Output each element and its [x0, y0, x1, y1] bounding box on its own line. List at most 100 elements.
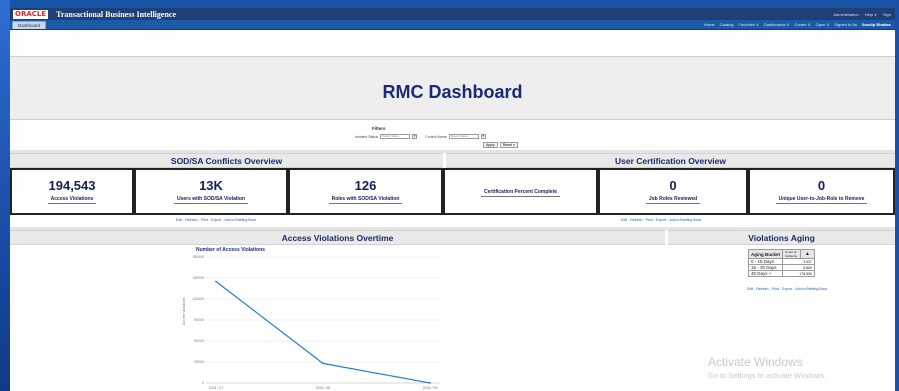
- apply-button[interactable]: Apply: [483, 142, 498, 148]
- y-tick-label: 90000: [194, 318, 204, 322]
- kpi-access-violations[interactable]: 194,543 Access Violations: [10, 168, 134, 215]
- filter-actions: Apply Reset ∨: [483, 142, 519, 148]
- edit-link[interactable]: Edit: [176, 218, 182, 222]
- filter-row: Incident Status Select Value ▾ Control N…: [355, 134, 486, 139]
- y-tick-label: 120000: [192, 297, 204, 301]
- export-link[interactable]: Export: [656, 218, 666, 222]
- sign-out-link[interactable]: Sign: [883, 12, 891, 17]
- briefing-book-link[interactable]: Add to Briefing Book: [795, 287, 827, 291]
- kpi-value: 194,543: [48, 178, 96, 193]
- print-link[interactable]: Print: [772, 287, 779, 291]
- briefing-book-link[interactable]: Add to Briefing Book: [669, 218, 701, 222]
- kpi-job-roles-reviewed[interactable]: 0 Job Roles Reviewed: [598, 168, 748, 215]
- oracle-header: ORACLE Transactional Business Intelligen…: [10, 8, 895, 20]
- activate-windows-watermark: Activate Windows Go to Settings to activ…: [708, 355, 826, 380]
- user-cert-section-header: User Certification Overview: [446, 153, 895, 168]
- kpi-label[interactable]: Access Violations: [47, 196, 97, 204]
- y-tick-label: 0: [202, 381, 204, 385]
- aging-header-row: Aging Bucket Count of Incidents ▲: [747, 249, 816, 259]
- refresh-link[interactable]: Refresh: [630, 218, 642, 222]
- help-menu[interactable]: Help ∨: [865, 12, 877, 17]
- aging-bucket-header[interactable]: Aging Bucket: [747, 249, 784, 259]
- user-menu[interactable]: Sandip Bhattac: [862, 22, 891, 27]
- dashboard-tabbar: Dashboard Home Catalog Favorites ∨ Dashb…: [10, 20, 895, 30]
- cert-links: Edit - Refresh - Print - Export - Add to Bri…: [621, 218, 702, 222]
- nav-home[interactable]: Home: [704, 22, 715, 27]
- kpi-links-row: Edit - Refresh - Print - Export - Add to Bri…: [10, 215, 895, 227]
- watermark-title: Activate Windows: [708, 355, 803, 369]
- data-point[interactable]: [429, 382, 431, 384]
- desktop-background-right: [895, 0, 899, 391]
- kpi-label[interactable]: Unique User-to-Job-Role to Remove: [775, 196, 868, 204]
- signed-in-as-label: Signed In As: [834, 22, 857, 27]
- edit-link[interactable]: Edit: [621, 218, 627, 222]
- nav-create[interactable]: Create ∨: [795, 22, 811, 27]
- kpi-certification-percent[interactable]: Certification Percent Complete: [443, 168, 598, 215]
- nav-open[interactable]: Open ∨: [816, 22, 830, 27]
- browser-app: ORACLE Transactional Business Intelligen…: [10, 8, 895, 391]
- count-header[interactable]: Count of Incidents: [782, 249, 802, 259]
- dashboard-title: RMC Dashboard: [382, 81, 523, 102]
- kpi-value: 0: [669, 178, 677, 193]
- x-tick-label: 2024 / 08: [316, 386, 331, 390]
- nav-catalog[interactable]: Catalog: [720, 22, 734, 27]
- nav-dashboards[interactable]: Dashboards ∨: [764, 22, 790, 27]
- export-link[interactable]: Export: [211, 218, 221, 222]
- filters-panel: Filters Incident Status Select Value ▾ C…: [10, 120, 895, 150]
- data-point[interactable]: [215, 280, 217, 283]
- oracle-logo: ORACLE: [13, 9, 49, 19]
- data-point[interactable]: [322, 362, 324, 365]
- chart-canvas: 0 30000 60000 90000 120000 150000 180000 2024 /…: [192, 255, 440, 390]
- aging-section-header: Violations Aging: [668, 230, 895, 245]
- kpi-label[interactable]: Certification Percent Complete: [480, 189, 561, 197]
- nav-favorites[interactable]: Favorites ∨: [738, 22, 759, 27]
- y-tick-label: 180000: [192, 255, 204, 259]
- print-link[interactable]: Print: [646, 218, 653, 222]
- edit-link[interactable]: Edit: [747, 287, 753, 291]
- series-line[interactable]: [215, 281, 431, 384]
- aging-links: Edit - Refresh - Print - Export - Add to Bri…: [747, 287, 828, 291]
- sort-icon[interactable]: ▲: [800, 249, 816, 259]
- briefing-book-link[interactable]: Add to Briefing Book: [224, 218, 256, 222]
- kpi-label[interactable]: Users with SOD/SA Violation: [173, 196, 249, 204]
- aging-bucket-cell: 45 Days +: [747, 270, 784, 277]
- incident-status-select[interactable]: Select Value: [380, 134, 411, 139]
- control-name-select[interactable]: Select Value: [448, 134, 479, 139]
- refresh-link[interactable]: Refresh: [756, 287, 768, 291]
- filters-title: Filters: [372, 126, 386, 131]
- kpi-value: 13K: [199, 178, 223, 193]
- kpi-unique-user-role-remove[interactable]: 0 Unique User-to-Job-Role to Remove: [748, 168, 895, 215]
- print-link[interactable]: Print: [201, 218, 208, 222]
- dashboard-title-band: RMC Dashboard: [10, 56, 895, 120]
- global-nav: Home Catalog Favorites ∨ Dashboards ∨ Cr…: [704, 22, 895, 27]
- export-link[interactable]: Export: [782, 287, 792, 291]
- kpi-row: 194,543 Access Violations 13K Users with…: [10, 168, 895, 215]
- bottom-headers: Access Violations Overtime Violations Ag…: [10, 230, 895, 245]
- access-violations-chart: Number of Access Violations Access Viola…: [10, 245, 665, 391]
- aging-table: Aging Bucket Count of Incidents ▲ 0 - 15…: [747, 249, 816, 277]
- kpi-roles-violation[interactable]: 126 Roles with SOD/SA Violation: [288, 168, 443, 215]
- x-tick-label: 2024 / 07: [209, 386, 224, 390]
- sod-links: Edit - Refresh - Print - Export - Add to Bri…: [176, 218, 257, 222]
- top-links: Administration Help ∨ Sign: [833, 12, 895, 17]
- y-tick-label: 60000: [194, 339, 204, 343]
- count-cell: 178,806: [782, 270, 816, 277]
- kpi-value: 126: [354, 178, 377, 193]
- kpi-label[interactable]: Roles with SOD/SA Violation: [328, 196, 403, 204]
- kpi-value: 0: [817, 178, 826, 193]
- reset-button[interactable]: Reset ∨: [499, 142, 519, 148]
- control-name-label: Control Name: [425, 134, 447, 139]
- administration-link[interactable]: Administration: [833, 12, 858, 17]
- tab-dashboard[interactable]: Dashboard: [12, 21, 47, 29]
- incident-status-dropdown-icon[interactable]: ▾: [412, 134, 418, 139]
- sod-section-header: SOD/SA Conflicts Overview: [10, 153, 443, 168]
- kpi-label[interactable]: Job Roles Reviewed: [645, 196, 701, 204]
- incident-status-label: Incident Status: [355, 134, 379, 139]
- x-tick-label: 2024 / 09: [423, 386, 438, 390]
- watermark-subtitle: Go to Settings to activate Windows.: [708, 371, 827, 380]
- kpi-users-violation[interactable]: 13K Users with SOD/SA Violation: [134, 168, 288, 215]
- y-tick-label: 30000: [194, 360, 204, 364]
- refresh-link[interactable]: Refresh: [185, 218, 197, 222]
- control-name-dropdown-icon[interactable]: ▾: [480, 134, 486, 139]
- app-title: Transactional Business Intelligence: [56, 9, 176, 19]
